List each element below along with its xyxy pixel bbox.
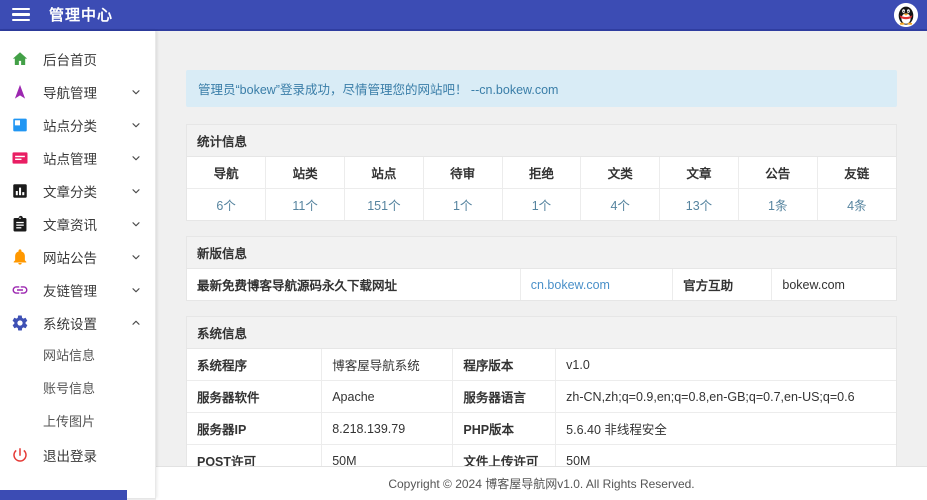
- sidebar-subitem[interactable]: 上传图片: [0, 405, 155, 438]
- sidebar-item-4[interactable]: 文章分类: [0, 174, 155, 207]
- qq-penguin-icon: [894, 3, 918, 27]
- bar-chart-icon: [11, 182, 29, 200]
- clipboard-icon: [11, 215, 29, 233]
- stat-value[interactable]: 1个: [423, 189, 502, 221]
- stats-col-header: 站类: [266, 157, 345, 189]
- system-info-row: 服务器软件Apache服务器语言zh-CN,zh;q=0.9,en;q=0.8,…: [187, 381, 896, 413]
- sidebar-item-label: 友链管理: [43, 280, 130, 300]
- stats-col-header: 导航: [187, 157, 266, 189]
- system-info-row: 系统程序博客屋导航系统程序版本v1.0: [187, 349, 896, 381]
- sidebar-subitem[interactable]: 网站信息: [0, 339, 155, 372]
- chevron-down-icon: [130, 119, 142, 131]
- sidebar-item-5[interactable]: 文章资讯: [0, 207, 155, 240]
- version-label-download: 最新免费博客导航源码永久下载网址: [187, 269, 520, 300]
- system-info-label: 服务器语言: [453, 381, 556, 413]
- system-info-value: 博客屋导航系统: [322, 349, 453, 381]
- system-info-label: 系统程序: [187, 349, 322, 381]
- stat-value[interactable]: 4条: [817, 189, 896, 221]
- stat-value[interactable]: 1条: [738, 189, 817, 221]
- topbar: 管理中心: [0, 0, 927, 31]
- bell-icon: [11, 248, 29, 266]
- stats-col-header: 文类: [581, 157, 660, 189]
- copyright-text: Copyright © 2024 博客屋导航网v1.0. All Rights …: [388, 475, 694, 492]
- version-label-mutual: 官方互助: [673, 269, 772, 300]
- site-category-icon: [11, 116, 29, 134]
- chevron-down-icon: [130, 284, 142, 296]
- sidebar-item-label: 退出登录: [43, 445, 142, 465]
- login-alert: 管理员“bokew”登录成功，尽情管理您的网站吧！ --cn.bokew.com: [186, 70, 897, 107]
- stats-col-header: 待审: [423, 157, 502, 189]
- navigation-icon: [11, 83, 29, 101]
- main-content: 管理员“bokew”登录成功，尽情管理您的网站吧！ --cn.bokew.com…: [156, 31, 927, 498]
- chevron-up-icon: [130, 317, 142, 329]
- system-info-value: v1.0: [556, 349, 896, 381]
- version-card-title: 新版信息: [187, 237, 896, 269]
- stat-value[interactable]: 6个: [187, 189, 266, 221]
- system-info-label: 服务器IP: [187, 413, 322, 445]
- user-avatar[interactable]: [894, 3, 918, 27]
- system-info-label: 服务器软件: [187, 381, 322, 413]
- stat-value[interactable]: 1个: [502, 189, 581, 221]
- version-value-mutual: bokew.com: [772, 269, 896, 300]
- chevron-down-icon: [130, 152, 142, 164]
- sidebar-item-3[interactable]: 站点管理: [0, 141, 155, 174]
- stats-col-header: 友链: [817, 157, 896, 189]
- sidebar-item-1[interactable]: 导航管理: [0, 75, 155, 108]
- chevron-down-icon: [130, 251, 142, 263]
- sidebar-item-6[interactable]: 网站公告: [0, 240, 155, 273]
- system-info-value: Apache: [322, 381, 453, 413]
- system-info-label: PHP版本: [453, 413, 556, 445]
- stats-col-header: 拒绝: [502, 157, 581, 189]
- stats-card-title: 统计信息: [187, 125, 896, 157]
- link-icon: [11, 281, 29, 299]
- sidebar-item-label: 站点管理: [43, 148, 130, 168]
- stat-value[interactable]: 11个: [266, 189, 345, 221]
- stat-value[interactable]: 13个: [660, 189, 739, 221]
- sidebar-item-label: 系统设置: [43, 313, 130, 333]
- stats-card: 统计信息 导航站类站点待审拒绝文类文章公告友链 6个11个151个1个1个4个1…: [186, 124, 897, 221]
- download-link[interactable]: cn.bokew.com: [531, 278, 610, 292]
- stats-col-header: 文章: [660, 157, 739, 189]
- chevron-down-icon: [130, 218, 142, 230]
- sidebar-item-label: 导航管理: [43, 82, 130, 102]
- sidebar-item-7[interactable]: 友链管理: [0, 273, 155, 306]
- version-cell: cn.bokew.com: [520, 269, 672, 300]
- sidebar-item-label: 网站公告: [43, 247, 130, 267]
- sidebar-item-2[interactable]: 站点分类: [0, 108, 155, 141]
- sidebar-item-label: 后台首页: [43, 49, 142, 69]
- app-title: 管理中心: [49, 4, 113, 25]
- stats-table: 导航站类站点待审拒绝文类文章公告友链 6个11个151个1个1个4个13个1条4…: [187, 157, 896, 220]
- stats-col-header: 站点: [345, 157, 424, 189]
- stats-col-header: 公告: [738, 157, 817, 189]
- stat-value[interactable]: 4个: [581, 189, 660, 221]
- chevron-down-icon: [130, 86, 142, 98]
- system-info-label: 程序版本: [453, 349, 556, 381]
- sidebar-item-label: 站点分类: [43, 115, 130, 135]
- sidebar-item-8[interactable]: 系统设置: [0, 306, 155, 339]
- version-card: 新版信息 最新免费博客导航源码永久下载网址 cn.bokew.com 官方互助 …: [186, 236, 897, 301]
- home-icon: [11, 50, 29, 68]
- footer: Copyright © 2024 博客屋导航网v1.0. All Rights …: [156, 466, 927, 500]
- sidebar-item-label: 文章分类: [43, 181, 130, 201]
- chevron-down-icon: [130, 185, 142, 197]
- system-info-value: 5.6.40 非线程安全: [556, 413, 896, 445]
- sidebar-item-logout[interactable]: 退出登录: [0, 438, 155, 471]
- gear-icon: [11, 314, 29, 332]
- system-info-value: 8.218.139.79: [322, 413, 453, 445]
- menu-icon[interactable]: [12, 8, 30, 22]
- system-info-row: 服务器IP8.218.139.79PHP版本5.6.40 非线程安全: [187, 413, 896, 445]
- site-manage-icon: [11, 149, 29, 167]
- stat-value[interactable]: 151个: [345, 189, 424, 221]
- power-icon: [11, 446, 29, 464]
- system-info-value: zh-CN,zh;q=0.9,en;q=0.8,en-GB;q=0.7,en-U…: [556, 381, 896, 413]
- system-card-title: 系统信息: [187, 317, 896, 349]
- horizontal-scrollbar-thumb[interactable]: [0, 490, 127, 500]
- sidebar-item-label: 文章资讯: [43, 214, 130, 234]
- sidebar-item-0[interactable]: 后台首页: [0, 42, 155, 75]
- version-table: 最新免费博客导航源码永久下载网址 cn.bokew.com 官方互助 bokew…: [187, 269, 896, 300]
- sidebar: 后台首页导航管理站点分类站点管理文章分类文章资讯网站公告友链管理系统设置网站信息…: [0, 31, 156, 498]
- sidebar-subitem[interactable]: 账号信息: [0, 372, 155, 405]
